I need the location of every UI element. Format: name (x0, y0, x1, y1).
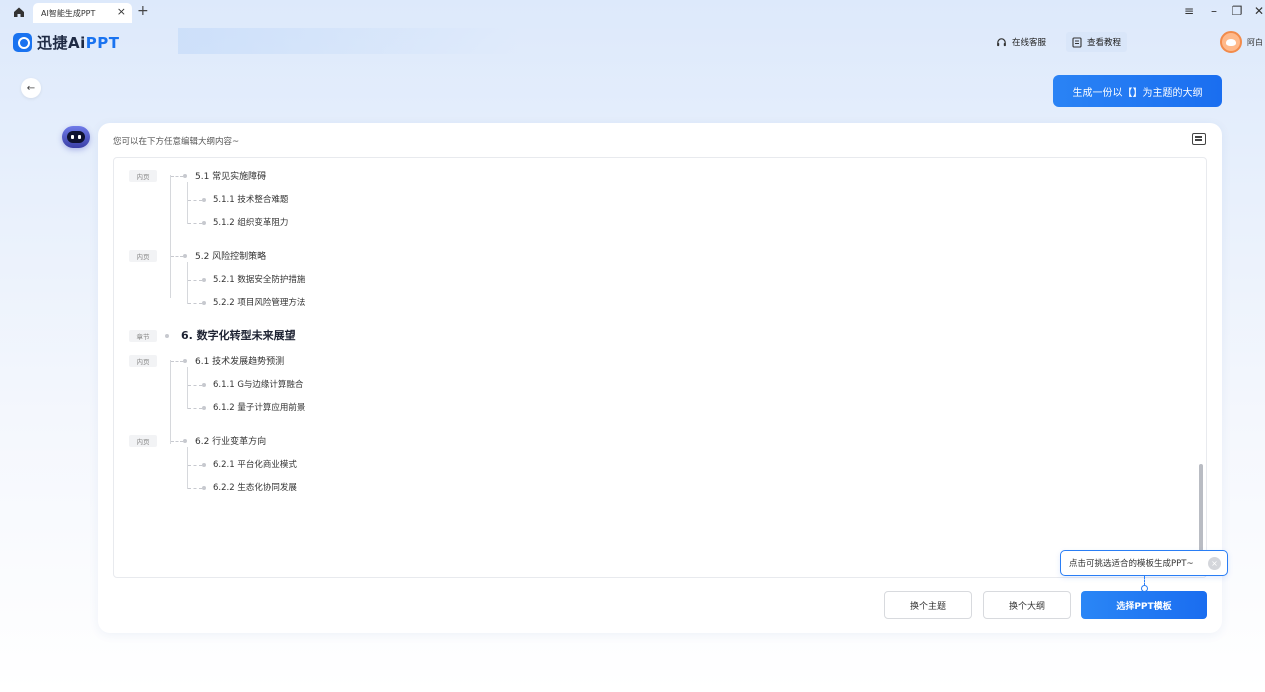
tree-branch-line (188, 488, 202, 489)
outline-section-row[interactable]: 内页 5.1 常见实施障碍 (114, 167, 1206, 185)
user-prompt-bubble: 生成一份以【】为主题的大纲 (1053, 75, 1222, 107)
tab-title: AI智能生成PPT (41, 8, 96, 18)
outline-card: 您可以在下方任意编辑大纲内容~ 内页 5.1 常见实施障碍 5.1.1 技术整合难题… (98, 123, 1228, 633)
tree-node-dot (183, 174, 187, 178)
outline-subsection-row[interactable]: 6.2.2 生态化协同发展 (114, 479, 1206, 497)
tree-branch-line (171, 176, 183, 177)
tree-node-dot (202, 198, 206, 202)
home-icon[interactable] (12, 5, 26, 19)
outline-item-text[interactable]: 6.1.2 量子计算应用前景 (213, 401, 305, 413)
view-tutorial-label: 查看教程 (1087, 38, 1122, 48)
back-button[interactable]: ← (21, 78, 41, 98)
close-window-icon[interactable]: ✕ (1251, 4, 1265, 18)
logo-text: 迅捷AiPPT (37, 34, 120, 52)
tree-branch-line (188, 385, 202, 386)
document-icon (1072, 36, 1082, 48)
tree-branch-line (188, 280, 202, 281)
outline-item-text[interactable]: 5.2.1 数据安全防护措施 (213, 273, 305, 285)
edit-hint: 您可以在下方任意编辑大纲内容~ (113, 137, 240, 147)
outline-subsection-row[interactable]: 6.2.1 平台化商业模式 (114, 456, 1206, 474)
outline-item-text[interactable]: 5.2.2 项目风险管理方法 (213, 296, 305, 308)
tree-branch-line (188, 465, 202, 466)
page-badge: 内页 (129, 355, 157, 367)
outline-subsection-row[interactable]: 6.1.1 G与边缘计算融合 (114, 376, 1206, 394)
online-service-link[interactable]: 在线客服 (990, 32, 1052, 52)
tree-node-dot (202, 301, 206, 305)
tree-branch-line (188, 223, 202, 224)
bot-avatar-icon (62, 126, 90, 148)
outline-item-text[interactable]: 5.1 常见实施障碍 (195, 169, 266, 182)
outline-item-text[interactable]: 5.1.1 技术整合难题 (213, 193, 288, 205)
headset-icon (997, 37, 1006, 46)
tree-node-dot (202, 406, 206, 410)
minimize-icon[interactable]: – (1206, 4, 1222, 18)
outline-item-text[interactable]: 6.2.2 生态化协同发展 (213, 481, 297, 493)
outline-subsection-row[interactable]: 5.1.2 组织变革阻力 (114, 214, 1206, 232)
tree-node-dot (202, 383, 206, 387)
change-outline-button[interactable]: 换个大纲 (983, 591, 1071, 619)
tree-node-dot (202, 486, 206, 490)
outline-item-text[interactable]: 6.2.1 平台化商业模式 (213, 458, 297, 470)
restore-icon[interactable]: ❐ (1229, 4, 1245, 18)
title-bar: AI智能生成PPT × + ≡ – ❐ ✕ (0, 0, 1265, 24)
outline-section-row[interactable]: 内页 6.2 行业变革方向 (114, 432, 1206, 450)
chapter-badge: 章节 (129, 330, 157, 342)
tree-node-dot (183, 439, 187, 443)
new-tab-button[interactable]: + (137, 3, 149, 19)
outline-item-text[interactable]: 6.1.1 G与边缘计算融合 (213, 378, 303, 390)
page-badge: 内页 (129, 435, 157, 447)
user-name[interactable]: 阿白 (1247, 37, 1263, 48)
browser-tab[interactable]: AI智能生成PPT × (33, 3, 132, 23)
tree-node-dot (165, 334, 169, 338)
tree-node-dot (183, 254, 187, 258)
app-logo[interactable]: 迅捷AiPPT (13, 32, 120, 53)
tree-branch-line (188, 200, 202, 201)
menu-icon[interactable]: ≡ (1181, 4, 1197, 18)
page-badge: 内页 (129, 250, 157, 262)
outline-item-text[interactable]: 6.1 技术发展趋势预测 (195, 354, 284, 367)
avatar[interactable] (1220, 31, 1242, 53)
outline-subsection-row[interactable]: 6.1.2 量子计算应用前景 (114, 399, 1206, 417)
tree-branch-line (171, 361, 183, 362)
tree-node-dot (183, 359, 187, 363)
tab-close-icon[interactable]: × (117, 5, 126, 18)
outline-item-text[interactable]: 5.1.2 组织变革阻力 (213, 216, 288, 228)
outline-subsection-row[interactable]: 5.1.1 技术整合难题 (114, 191, 1206, 209)
tree-branch-line (171, 441, 183, 442)
header-decoration (178, 28, 518, 54)
outline-scrollbar[interactable] (1199, 464, 1203, 554)
page-badge: 内页 (129, 170, 157, 182)
change-topic-button[interactable]: 换个主题 (884, 591, 972, 619)
outline-item-text[interactable]: 6. 数字化转型未来展望 (181, 327, 296, 343)
tree-branch-line (188, 408, 202, 409)
tooltip-close-icon[interactable]: × (1208, 557, 1221, 570)
tree-node-dot (202, 221, 206, 225)
outline-section-row[interactable]: 内页 5.2 风险控制策略 (114, 247, 1206, 265)
outline-subsection-row[interactable]: 5.2.1 数据安全防护措施 (114, 271, 1206, 289)
user-prompt-text: 生成一份以【】为主题的大纲 (1072, 87, 1203, 99)
choose-template-button[interactable]: 选择PPT模板 (1081, 591, 1207, 619)
tree-branch-line (188, 303, 202, 304)
outline-item-text[interactable]: 6.2 行业变革方向 (195, 434, 266, 447)
arrow-left-icon: ← (26, 82, 36, 94)
keyboard-icon[interactable] (1192, 133, 1206, 145)
logo-icon (13, 33, 32, 52)
view-tutorial-link[interactable]: 查看教程 (1066, 32, 1128, 52)
tree-node-dot (202, 278, 206, 282)
outline-editor[interactable]: 内页 5.1 常见实施障碍 5.1.1 技术整合难题 5.1.2 组织变革阻力 内页 5.… (113, 157, 1207, 578)
template-tooltip: 点击可挑选适合的模板生成PPT~ × (1060, 550, 1228, 576)
online-service-label: 在线客服 (1012, 38, 1047, 48)
outline-section-row[interactable]: 内页 6.1 技术发展趋势预测 (114, 352, 1206, 370)
outline-subsection-row[interactable]: 5.2.2 项目风险管理方法 (114, 294, 1206, 312)
tooltip-text: 点击可挑选适合的模板生成PPT~ (1069, 559, 1194, 569)
tree-branch-line (171, 256, 183, 257)
outline-item-text[interactable]: 5.2 风险控制策略 (195, 249, 266, 262)
outline-chapter-row[interactable]: 章节 6. 数字化转型未来展望 (114, 327, 1206, 345)
tree-node-dot (202, 463, 206, 467)
